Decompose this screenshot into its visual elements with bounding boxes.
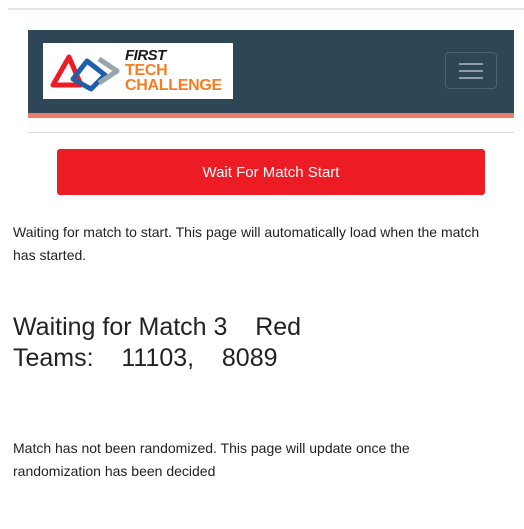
match-heading: Waiting for Match 3 Red bbox=[13, 313, 302, 341]
hamburger-menu-icon bbox=[459, 63, 483, 65]
hamburger-menu-icon bbox=[459, 70, 483, 72]
wait-for-match-start-button[interactable]: Wait For Match Start bbox=[57, 149, 485, 195]
first-tech-challenge-logo[interactable]: FIRST TECH CHALLENGE bbox=[43, 43, 233, 99]
teams-heading: Teams: 11103, 8089 bbox=[13, 344, 278, 372]
randomization-message-line-2: randomization has been decided bbox=[13, 463, 216, 479]
logo-challenge-text: CHALLENGE bbox=[125, 77, 222, 94]
waiting-message-line-1: Waiting for match to start. This page wi… bbox=[13, 224, 480, 240]
logo-tech-text: TECH bbox=[125, 62, 168, 79]
logo-first-text: FIRST bbox=[125, 47, 166, 64]
navbar-accent-stripe bbox=[28, 113, 514, 118]
waiting-message-line-2: has started. bbox=[13, 247, 87, 263]
navbar-toggle-button[interactable] bbox=[445, 52, 497, 89]
top-border bbox=[8, 8, 524, 10]
hamburger-menu-icon bbox=[459, 77, 483, 79]
logo-wordmark: FIRST TECH CHALLENGE bbox=[125, 47, 222, 94]
divider bbox=[28, 132, 514, 133]
ftc-logo-icon bbox=[50, 54, 120, 92]
randomization-message-line-1: Match has not been randomized. This page… bbox=[13, 440, 410, 456]
page: FIRST TECH CHALLENGE Wait For Match Star… bbox=[0, 0, 524, 529]
